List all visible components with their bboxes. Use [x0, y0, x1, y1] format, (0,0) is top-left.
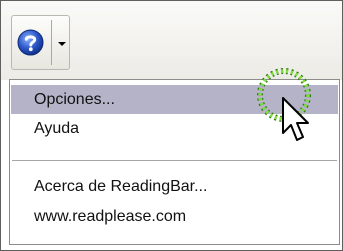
window-frame: [0, 0, 343, 251]
